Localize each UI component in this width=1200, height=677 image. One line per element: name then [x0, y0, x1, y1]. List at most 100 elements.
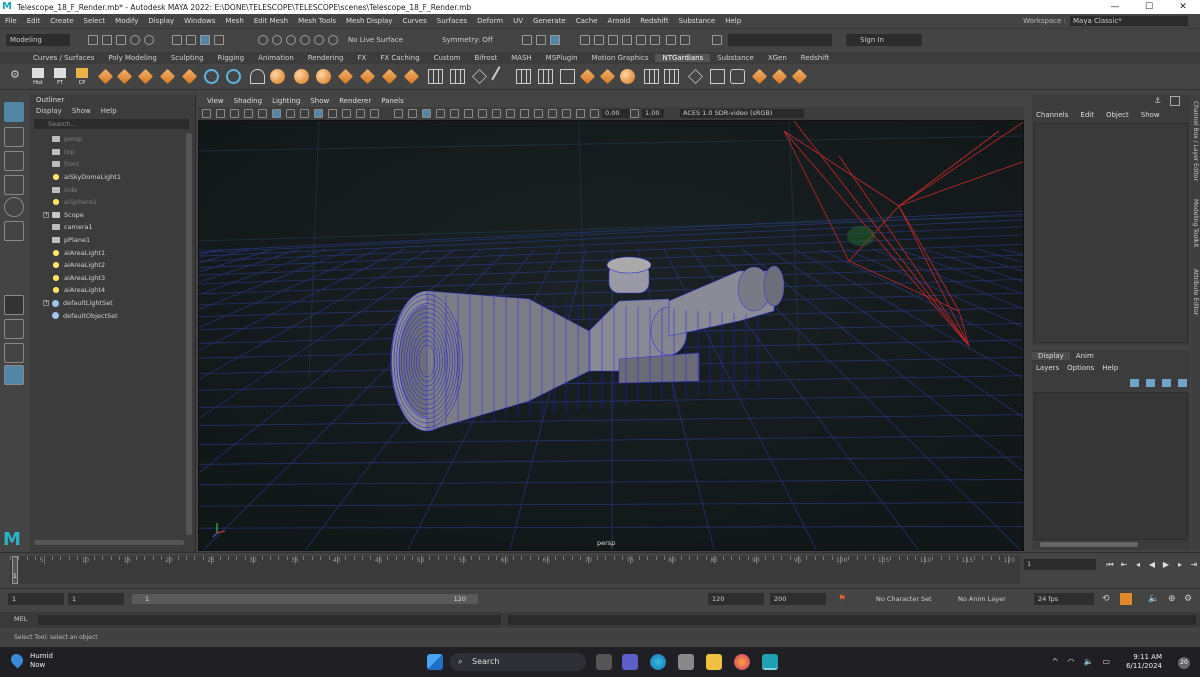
menu-modify[interactable]: Modify	[110, 17, 143, 25]
viewport-menu-view[interactable]: View	[202, 97, 229, 105]
hypershade-icon[interactable]	[636, 35, 646, 45]
minimize-button[interactable]: —	[1098, 0, 1132, 14]
textured-icon[interactable]	[436, 109, 445, 118]
viewport-menu-show[interactable]: Show	[305, 97, 334, 105]
new-layer-icon[interactable]	[1130, 379, 1139, 387]
shelf-tab-curves-surfaces[interactable]: Curves / Surfaces	[26, 54, 101, 62]
quad-draw-icon[interactable]	[516, 69, 531, 84]
outliner-scrollbar[interactable]	[186, 133, 192, 535]
shelf-tab-mash[interactable]: MASH	[504, 54, 539, 62]
volume-icon[interactable]: 🔈	[1083, 657, 1093, 666]
tray-chevron-icon[interactable]: ^	[1052, 657, 1059, 666]
multi-cut-icon[interactable]	[428, 69, 443, 84]
menu-curves[interactable]: Curves	[397, 17, 431, 25]
motion-blur-icon[interactable]	[492, 109, 501, 118]
menu-create[interactable]: Create	[45, 17, 78, 25]
input-icon[interactable]	[550, 35, 560, 45]
cross-tool-icon[interactable]	[688, 69, 703, 84]
gamma-field[interactable]: 1.00	[642, 109, 664, 118]
shelf-tab-xgen[interactable]: XGen	[761, 54, 794, 62]
outliner-item-defaultlightset[interactable]: + defaultLightSet	[30, 297, 195, 310]
sphere-tool-icon[interactable]	[270, 69, 285, 84]
viewport-menu-renderer[interactable]: Renderer	[334, 97, 376, 105]
outliner-item-aisphere1[interactable]: aiSphere1	[30, 196, 195, 209]
select-tool-icon[interactable]	[4, 102, 24, 122]
channel-menu-show[interactable]: Show	[1141, 109, 1160, 121]
slide-edge-icon[interactable]	[491, 66, 512, 87]
gamma-icon[interactable]	[630, 109, 639, 118]
anim-layer-dropdown[interactable]: No Anim Layer	[954, 593, 1030, 605]
save-scene-icon[interactable]	[116, 35, 126, 45]
bookmark-icon[interactable]	[230, 109, 239, 118]
select-object-icon[interactable]	[186, 35, 196, 45]
animation-start-field[interactable]: 1	[8, 593, 64, 605]
outliner-item-side[interactable]: side	[30, 183, 195, 196]
snap-point-icon[interactable]	[286, 35, 296, 45]
command-input[interactable]	[38, 615, 501, 625]
xray-icon[interactable]	[548, 109, 557, 118]
menu-redshift[interactable]: Redshift	[635, 17, 673, 25]
outliner-item-top[interactable]: top	[30, 146, 195, 159]
bevel-icon[interactable]	[359, 68, 376, 85]
xray-joints-icon[interactable]	[562, 109, 571, 118]
resolution-gate-icon[interactable]	[314, 109, 323, 118]
smooth-icon[interactable]	[599, 68, 616, 85]
smooth-shade-icon[interactable]	[408, 109, 417, 118]
menu-mesh[interactable]: Mesh	[220, 17, 248, 25]
shelf-tab-motion-graphics[interactable]: Motion Graphics	[585, 54, 656, 62]
move-tool-icon[interactable]	[4, 175, 24, 195]
uv-editor-icon[interactable]	[538, 69, 553, 84]
maya-taskbar-icon[interactable]	[762, 654, 778, 670]
current-frame-field[interactable]: 1	[1024, 559, 1096, 570]
color-space-dropdown[interactable]: ACES 1.0 SDR-video (sRGB)	[680, 109, 804, 118]
shadows-icon[interactable]	[464, 109, 473, 118]
safe-title-icon[interactable]	[370, 109, 379, 118]
exposure-field[interactable]: 0.00	[602, 109, 630, 118]
lasso-icon[interactable]	[250, 69, 265, 84]
go-to-start-icon[interactable]: ⏮	[1104, 559, 1116, 570]
separate-icon[interactable]	[751, 68, 768, 85]
menu-edit[interactable]: Edit	[22, 17, 46, 25]
expand-icon[interactable]: +	[43, 211, 49, 218]
menu-surfaces[interactable]: Surfaces	[432, 17, 472, 25]
ambient-occlusion-icon[interactable]	[478, 109, 487, 118]
outliner-item-aiarealight1[interactable]: aiAreaLight1	[30, 246, 195, 259]
select-component-icon[interactable]	[200, 35, 210, 45]
redo-icon[interactable]	[144, 35, 154, 45]
render-view-icon[interactable]	[580, 35, 590, 45]
field-chart-icon[interactable]	[342, 109, 351, 118]
playback-end-field[interactable]: 120	[708, 593, 764, 605]
layer-menu-layers[interactable]: Layers	[1036, 362, 1059, 374]
pause-render-icon[interactable]	[680, 35, 690, 45]
poly-diamond-icon[interactable]	[181, 68, 198, 85]
safe-action-icon[interactable]	[356, 109, 365, 118]
shelf-tab-msplugin[interactable]: MSPlugin	[539, 54, 585, 62]
depth-of-field-icon[interactable]	[520, 109, 529, 118]
snap-view-icon[interactable]	[314, 35, 324, 45]
workspace-dropdown[interactable]: Maya Classic*	[1070, 16, 1188, 26]
battery-icon[interactable]: ▭	[1102, 657, 1110, 666]
menu-uv[interactable]: UV	[508, 17, 528, 25]
viewport-menu-panels[interactable]: Panels	[376, 97, 409, 105]
exposure-icon[interactable]	[590, 109, 599, 118]
nurbs-circle-icon[interactable]	[204, 69, 219, 84]
outliner-item-persp[interactable]: persp	[30, 133, 195, 146]
menu-cache[interactable]: Cache	[571, 17, 603, 25]
start-button-icon[interactable]	[427, 654, 443, 670]
fps-dropdown[interactable]: 24 fps	[1034, 593, 1094, 605]
menu-mesh-display[interactable]: Mesh Display	[341, 17, 397, 25]
redshift-render-icon[interactable]	[666, 35, 676, 45]
wireframe-on-shaded-icon[interactable]	[422, 109, 431, 118]
snap-surface-icon[interactable]	[300, 35, 310, 45]
outliner-item-aiarealight2[interactable]: aiAreaLight2	[30, 259, 195, 272]
menu-display[interactable]: Display	[143, 17, 179, 25]
menu-generate[interactable]: Generate	[528, 17, 571, 25]
mel-label[interactable]: MEL	[14, 615, 27, 623]
duplicate-face-icon[interactable]	[791, 68, 808, 85]
outliner-item-defaultobjectset[interactable]: defaultObjectSet	[30, 309, 195, 322]
lock-selection-icon[interactable]	[214, 35, 224, 45]
menu-edit-mesh[interactable]: Edit Mesh	[249, 17, 293, 25]
poly-cube-split-icon[interactable]	[159, 68, 176, 85]
shelf-tab-rendering[interactable]: Rendering	[301, 54, 351, 62]
grid-toggle-icon[interactable]	[286, 109, 295, 118]
